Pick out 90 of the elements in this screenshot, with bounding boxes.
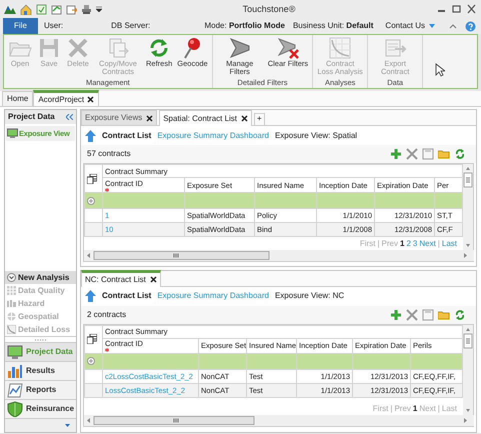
page-link[interactable]: 1: [400, 239, 404, 249]
panel-tab[interactable]: Exposure Views: [81, 110, 158, 125]
add-row-icon[interactable]: [87, 196, 95, 204]
pager-link[interactable]: Last: [442, 239, 457, 249]
report-chart-icon: [7, 382, 23, 398]
bar-chart-icon: [7, 363, 23, 379]
monitor-icon: [7, 128, 18, 139]
required-icon: [105, 188, 109, 192]
chart-window-icon[interactable]: [51, 4, 62, 14]
chevron-icon: [7, 273, 16, 282]
up-arrow-icon[interactable]: [85, 130, 96, 142]
pager-link[interactable]: Next: [419, 239, 436, 249]
chart-icon: [328, 36, 352, 60]
close-icon[interactable]: [87, 96, 94, 103]
refresh-icon[interactable]: [454, 308, 466, 321]
home-icon[interactable]: [20, 4, 32, 14]
db-server-label: DB Server:: [111, 21, 150, 31]
collapse-ribbon-icon[interactable]: [449, 23, 457, 29]
business-unit-label: Business Unit: Default: [292, 21, 374, 31]
dashboard-link[interactable]: Exposure Summary Dashboard: [157, 130, 269, 140]
add-tab-button[interactable]: +: [254, 113, 265, 125]
view-label: Exposure View: NC: [274, 291, 344, 301]
x-icon: [66, 36, 90, 60]
sidebar-header: Project Data: [8, 112, 55, 122]
document-tab[interactable]: AcordProject: [33, 90, 100, 106]
navigation-button[interactable]: Results: [5, 361, 76, 380]
record-count: 2 contracts: [87, 310, 126, 320]
collapse-icon[interactable]: [66, 114, 73, 120]
required-icon: [105, 348, 109, 352]
navigation-button[interactable]: Reports: [5, 380, 76, 399]
grid-icon: [7, 286, 16, 295]
vertical-scrollbar[interactable]: [463, 324, 473, 415]
contact-us-menu[interactable]: Contact Us: [385, 21, 435, 31]
grip-handle[interactable]: [34, 338, 48, 340]
vertical-scrollbar[interactable]: [463, 164, 473, 250]
navigation-button[interactable]: Reinsurance: [5, 399, 76, 418]
window-title: Touchstone®: [242, 4, 296, 14]
panel-tab[interactable]: NC: Contract List: [81, 270, 161, 287]
customize-caret-icon[interactable]: [96, 6, 102, 12]
x-icon[interactable]: [406, 308, 418, 321]
help-icon[interactable]: [465, 20, 476, 32]
funnel-icon: [228, 36, 252, 60]
panel-title: Contract List: [102, 291, 152, 301]
pager-separator: |: [438, 404, 440, 414]
monitor-icon: [7, 344, 23, 360]
page-link[interactable]: 1: [412, 404, 418, 414]
close-icon[interactable]: [466, 4, 477, 14]
maximize-icon[interactable]: [451, 4, 462, 14]
column-chooser-icon[interactable]: [87, 174, 97, 184]
user-label: User:: [44, 21, 64, 31]
page-link[interactable]: 3: [412, 239, 418, 249]
export-window-icon[interactable]: [66, 4, 77, 14]
pager-separator: |: [390, 404, 392, 414]
up-arrow-icon[interactable]: [85, 290, 96, 302]
printer-icon[interactable]: [81, 4, 92, 14]
app-logo-icon: [4, 4, 16, 14]
panel-tab[interactable]: Spatial: Contract List: [159, 110, 252, 126]
dashboard-link[interactable]: Exposure Summary Dashboard: [157, 291, 269, 301]
plus-icon[interactable]: [390, 148, 402, 160]
pager-separator: |: [377, 239, 380, 249]
caret-icon: [429, 24, 435, 28]
x-icon[interactable]: [406, 148, 418, 160]
column-chooser-icon[interactable]: [87, 334, 97, 344]
horizontal-scrollbar[interactable]: [84, 250, 474, 261]
curve-icon: [7, 325, 16, 334]
globe-icon: [7, 312, 16, 321]
mouse-cursor-icon: [435, 63, 446, 77]
bars-icon: [7, 299, 16, 308]
overflow-caret-icon[interactable]: [65, 424, 70, 427]
clear-filter-icon: [276, 36, 300, 60]
shield-icon: [7, 401, 23, 417]
record-count: 57 contracts: [87, 149, 131, 159]
folder-icon[interactable]: [438, 308, 450, 321]
add-row-icon[interactable]: [87, 357, 95, 366]
horizontal-scrollbar[interactable]: [84, 414, 474, 426]
close-icon[interactable]: [146, 114, 154, 122]
check-window-icon[interactable]: [36, 4, 47, 14]
document-tab[interactable]: Home: [2, 91, 34, 106]
section-header[interactable]: New Analysis: [5, 271, 76, 284]
close-icon[interactable]: [241, 115, 248, 122]
page-link[interactable]: 2: [406, 239, 411, 249]
file-menu-tab[interactable]: File: [3, 18, 38, 34]
panel-title: Contract List: [102, 130, 152, 140]
view-label: Exposure View: Spatial: [274, 130, 358, 140]
mode-label: Mode: Portfolio Mode: [204, 21, 285, 31]
folder-icon[interactable]: [438, 148, 450, 160]
plus-icon[interactable]: [390, 308, 402, 321]
close-icon[interactable]: [150, 276, 157, 284]
refresh-icon[interactable]: [454, 148, 466, 160]
pager-separator: |: [438, 239, 440, 249]
